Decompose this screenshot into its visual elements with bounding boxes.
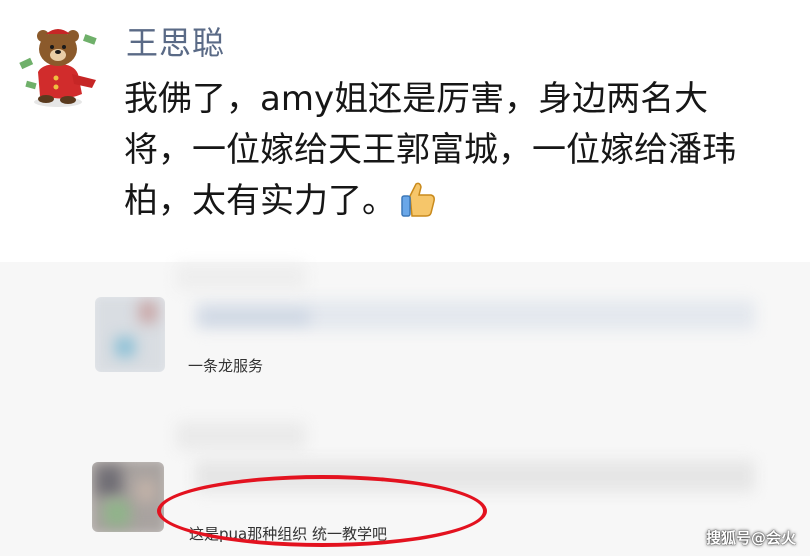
post-card: 王思聪 我佛了，amy姐还是厉害，身边两名大 将，一位嫁给天王郭富城，一位嫁给潘… — [0, 0, 810, 260]
highlight-ellipse — [157, 475, 487, 547]
post-text-line: 将，一位嫁给天王郭富城，一位嫁给潘玮 — [124, 130, 736, 170]
author-name[interactable]: 王思聪 — [126, 18, 225, 64]
post-content: 我佛了，amy姐还是厉害，身边两名大 将，一位嫁给天王郭富城，一位嫁给潘玮 柏，… — [124, 74, 800, 233]
post-text-line: 柏，太有实力了。 — [124, 176, 800, 233]
blurred-area — [176, 422, 306, 450]
avatar[interactable] — [95, 297, 165, 372]
blurred-username — [200, 310, 310, 324]
avatar[interactable] — [92, 462, 164, 532]
thumbs-up-icon — [400, 180, 436, 233]
blurred-area — [176, 264, 306, 290]
cartoon-bear-avatar-icon[interactable] — [12, 16, 107, 111]
post-text-line: 我佛了，amy姐还是厉害，身边两名大 — [124, 79, 709, 119]
watermark: 搜狐号@会火 — [705, 529, 796, 547]
comment-text: 一条龙服务 — [188, 357, 264, 375]
post-text-segment: 柏，太有实力了。 — [124, 181, 396, 221]
